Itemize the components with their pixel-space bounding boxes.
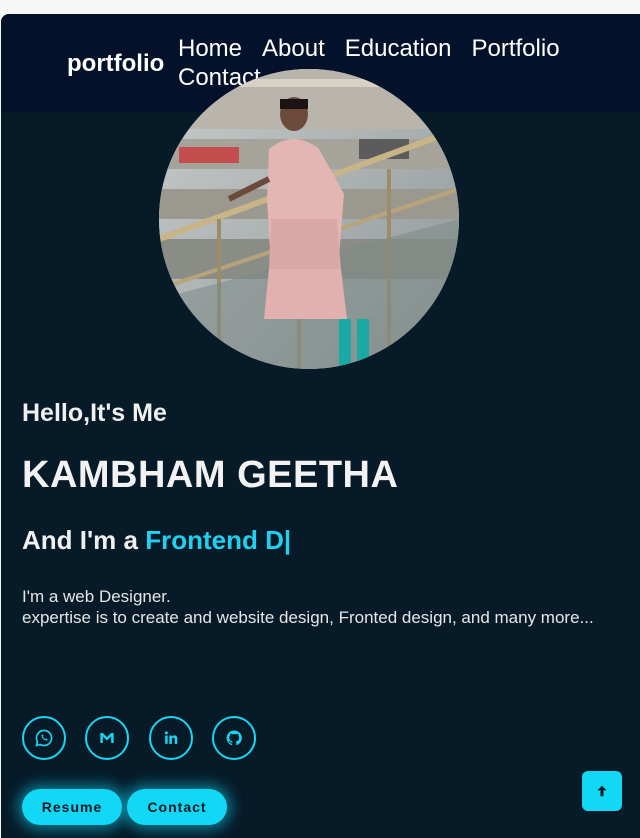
whatsapp-icon[interactable] bbox=[22, 716, 66, 760]
page-frame: portfolio Home About Education Portfolio Con… bbox=[1, 14, 640, 838]
role-heading: And I'm a Frontend D| bbox=[22, 525, 291, 556]
scroll-to-top-button[interactable] bbox=[582, 771, 622, 811]
role-prefix: And I'm a bbox=[22, 525, 146, 555]
nav-portfolio[interactable]: Portfolio bbox=[472, 34, 560, 63]
description-line-1: I'm a web Designer. bbox=[22, 587, 171, 606]
resume-button[interactable]: Resume bbox=[22, 789, 122, 825]
contact-button[interactable]: Contact bbox=[127, 789, 227, 825]
profile-photo bbox=[159, 69, 459, 369]
nav-home[interactable]: Home bbox=[178, 34, 242, 63]
arrow-up-icon bbox=[597, 785, 607, 797]
description: I'm a web Designer. expertise is to crea… bbox=[22, 586, 602, 628]
github-icon[interactable] bbox=[212, 716, 256, 760]
person-name: KAMBHAM GEETHA bbox=[22, 454, 399, 496]
nav-education[interactable]: Education bbox=[345, 34, 452, 63]
nav-about[interactable]: About bbox=[262, 34, 325, 63]
role-typed-text: Frontend D| bbox=[145, 525, 292, 555]
logo[interactable]: portfolio bbox=[67, 50, 164, 78]
linkedin-icon[interactable] bbox=[149, 716, 193, 760]
greeting-text: Hello,It's Me bbox=[22, 399, 167, 427]
gmail-icon[interactable] bbox=[85, 716, 129, 760]
description-line-2: expertise is to create and website desig… bbox=[22, 608, 594, 627]
